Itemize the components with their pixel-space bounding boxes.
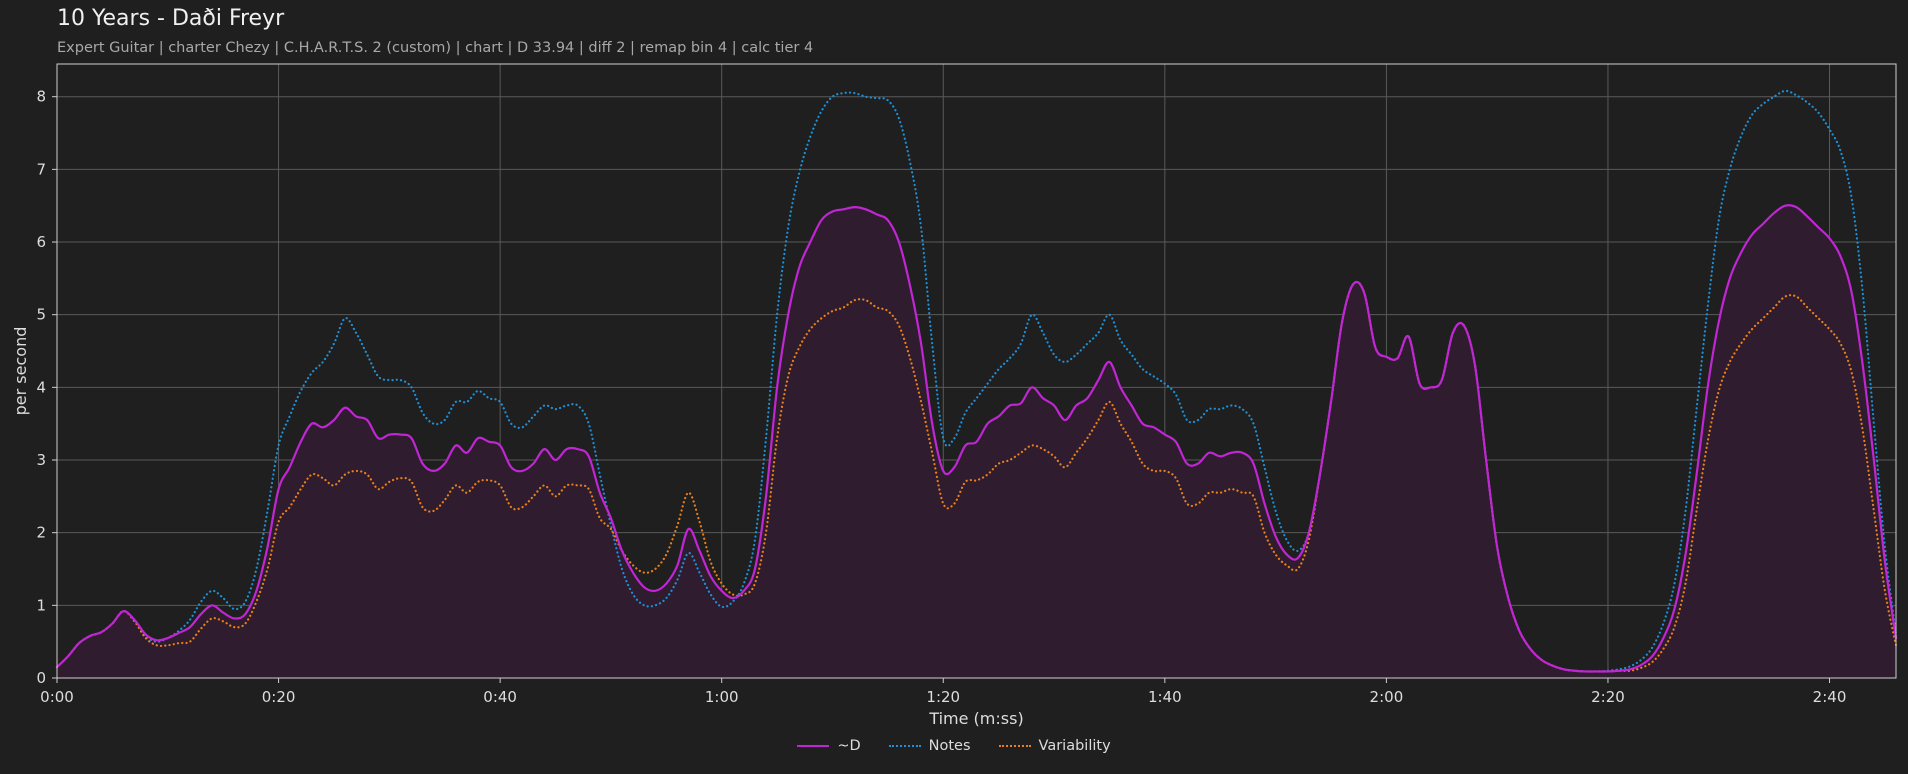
legend-label: ~D: [837, 738, 861, 754]
y-axis-label: per second: [11, 327, 30, 416]
line-chart: 0:00 0:20 0:40 1:00 1:20 1:40 2:00 2:20 2:40 0 1 2 3…: [11, 63, 1898, 728]
x-tick-label: 2:20: [1591, 688, 1625, 706]
x-tick-label: 2:00: [1370, 688, 1404, 706]
y-tick-label: 6: [36, 233, 46, 251]
chart-legend: ~D Notes Variability: [0, 738, 1908, 754]
y-tick-label: 7: [36, 160, 46, 178]
x-tick-label: 1:40: [1148, 688, 1182, 706]
x-tick-label: 2:40: [1813, 688, 1847, 706]
y-tick-label: 8: [36, 88, 46, 106]
y-tick-label: 1: [36, 596, 46, 614]
y-tick-label: 4: [36, 378, 46, 396]
legend-item: ~D: [797, 738, 861, 754]
legend-item: Notes: [888, 738, 971, 754]
x-tick-label: 1:20: [926, 688, 960, 706]
legend-swatch: [797, 745, 830, 747]
x-axis-label: Time (m:ss): [928, 709, 1023, 728]
y-tick-label: 0: [36, 669, 46, 687]
x-tick-label: 0:40: [483, 688, 517, 706]
x-tick-label: 1:00: [705, 688, 739, 706]
legend-swatch: [998, 745, 1031, 747]
legend-label: Variability: [1038, 738, 1111, 754]
x-tick-label: 0:00: [40, 688, 74, 706]
y-tick-label: 3: [36, 451, 46, 469]
legend-item: Variability: [998, 738, 1111, 754]
y-tick-label: 5: [36, 306, 46, 324]
legend-label: Notes: [928, 738, 971, 754]
y-tick-label: 2: [36, 524, 46, 542]
x-tick-label: 0:20: [262, 688, 296, 706]
legend-swatch: [888, 745, 921, 747]
